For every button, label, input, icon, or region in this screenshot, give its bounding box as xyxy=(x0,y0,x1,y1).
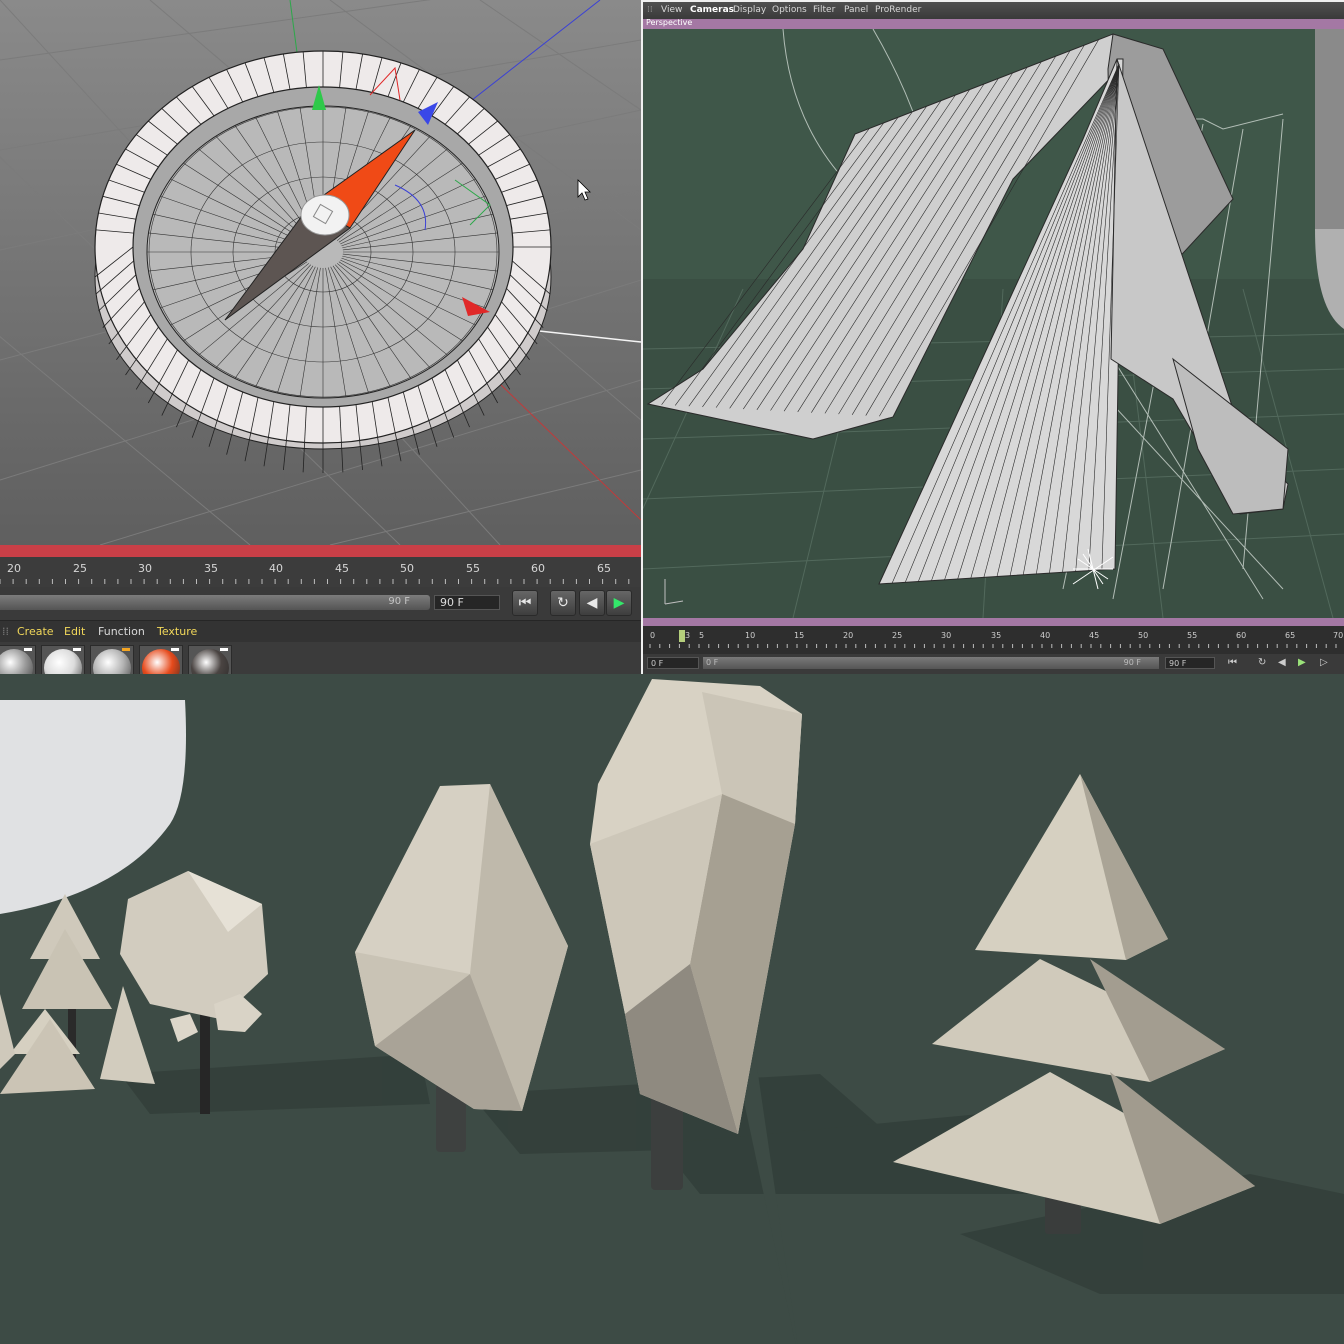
next-frame-button[interactable]: ▷ xyxy=(1317,657,1333,669)
loop-icon[interactable]: ↻ xyxy=(1255,657,1271,669)
ruler-label: 20 xyxy=(843,631,854,640)
start-frame-field[interactable]: 0 F xyxy=(647,657,699,669)
ruler-label: 70 xyxy=(1333,631,1344,640)
end-frame-field[interactable]: 90 F xyxy=(434,595,500,610)
compass-scene xyxy=(0,0,641,545)
material-flag-icon xyxy=(24,648,32,651)
camera-label: Perspective xyxy=(646,18,693,27)
ruler-label: 25 xyxy=(892,631,903,640)
ruler-label: 35 xyxy=(204,562,218,575)
play-forward-button[interactable]: ▶ xyxy=(606,590,632,616)
material-menu-bar: ⁞⁞ Create Edit Function Texture xyxy=(0,620,641,643)
material-flag-icon xyxy=(73,648,81,651)
frame-range-slider[interactable]: 0 F 90 F xyxy=(703,657,1159,669)
forest-render xyxy=(0,674,1344,1344)
ruler-label: 65 xyxy=(597,562,611,575)
ruler-label: 20 xyxy=(7,562,21,575)
slider-end-label: 90 F xyxy=(388,596,410,607)
forest-render-image xyxy=(0,674,1344,1344)
material-flag-icon xyxy=(122,648,130,651)
viewport-bottom-strip xyxy=(643,618,1344,626)
ruler-label: 5 xyxy=(699,631,705,640)
ruler-label: 40 xyxy=(269,562,283,575)
loop-icon[interactable]: ↻ xyxy=(550,590,576,616)
frame-range-slider[interactable]: 90 F xyxy=(0,595,430,610)
ruler-label: 30 xyxy=(941,631,952,640)
left-timeline-ruler[interactable]: 20 25 30 35 40 45 50 55 60 65 xyxy=(0,557,641,587)
grip-icon: ⁞⁞ xyxy=(647,5,653,15)
menu-function[interactable]: Function xyxy=(98,625,145,638)
material-flag-icon xyxy=(171,648,179,651)
ruler-label: 65 xyxy=(1285,631,1296,640)
slider-start-label: 0 F xyxy=(706,658,719,667)
perspective-viewport[interactable] xyxy=(643,29,1344,618)
ruler-label: 30 xyxy=(138,562,152,575)
slider-end-label: 90 F xyxy=(1123,658,1141,667)
preview-range-bar[interactable] xyxy=(0,545,641,557)
menu-panel[interactable]: Panel xyxy=(844,5,868,15)
play-backward-button[interactable]: ◀ xyxy=(1275,657,1291,669)
right-timeline-controls: 0 F 0 F 90 F 90 F ⏮ ↻ ◀ ▶ ▷ xyxy=(643,654,1344,674)
end-frame-field[interactable]: 90 F xyxy=(1165,657,1215,669)
go-to-start-button[interactable]: ⏮ xyxy=(512,590,538,616)
ruler-label: 60 xyxy=(531,562,545,575)
menu-view[interactable]: View xyxy=(661,5,682,15)
tent-scene xyxy=(643,29,1344,618)
left-viewport[interactable] xyxy=(0,0,641,545)
menu-texture[interactable]: Texture xyxy=(157,625,197,638)
play-backward-button[interactable]: ◀ xyxy=(579,590,605,616)
ruler-label: 45 xyxy=(1089,631,1100,640)
menu-cameras[interactable]: Cameras xyxy=(690,5,734,15)
ruler-label: 0 xyxy=(650,631,656,640)
left-timeline-controls: 90 F 90 F ⏮ ↻ ◀ ▶ xyxy=(0,587,641,620)
menu-filter[interactable]: Filter xyxy=(813,5,835,15)
viewport-title-strip: Perspective xyxy=(643,18,1344,29)
ruler-label: 40 xyxy=(1040,631,1051,640)
ruler-label: 45 xyxy=(335,562,349,575)
viewport-menu-bar: ⁞⁞ View Cameras Display Options Filter P… xyxy=(643,2,1344,19)
go-to-start-button[interactable]: ⏮ xyxy=(1225,657,1243,669)
ruler-label: 15 xyxy=(794,631,805,640)
menu-prorender[interactable]: ProRender xyxy=(875,5,921,15)
ruler-label: 55 xyxy=(466,562,480,575)
ruler-label: 55 xyxy=(1187,631,1198,640)
material-flag-icon xyxy=(220,648,228,651)
menu-edit[interactable]: Edit xyxy=(64,625,85,638)
menu-display[interactable]: Display xyxy=(733,5,766,15)
ruler-label: 35 xyxy=(991,631,1002,640)
ruler-label: 50 xyxy=(1138,631,1149,640)
ruler-label: 25 xyxy=(73,562,87,575)
ruler-label: 10 xyxy=(745,631,756,640)
play-forward-button[interactable]: ▶ xyxy=(1295,657,1311,669)
ruler-label: 60 xyxy=(1236,631,1247,640)
menu-create[interactable]: Create xyxy=(17,625,54,638)
grip-icon: ⁞⁞ xyxy=(2,625,9,638)
menu-options[interactable]: Options xyxy=(772,5,807,15)
right-timeline-ruler[interactable]: 0 3 5 10 15 20 25 30 35 40 45 50 55 60 6… xyxy=(643,626,1344,654)
ruler-label: 50 xyxy=(400,562,414,575)
ruler-label: 3 xyxy=(685,631,691,640)
